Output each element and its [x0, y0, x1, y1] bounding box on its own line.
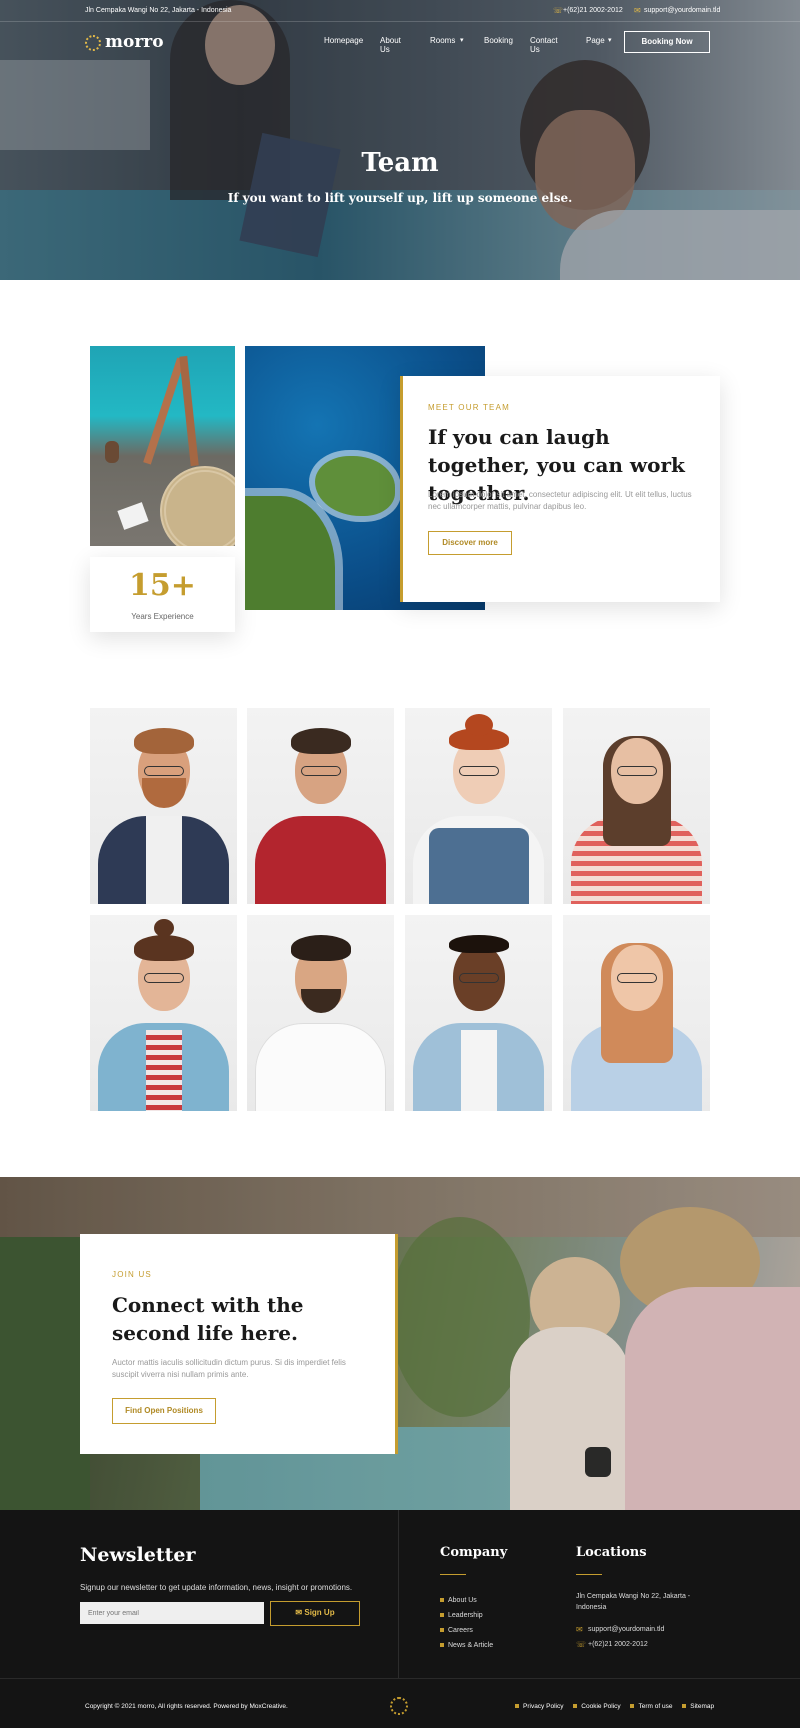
page-title: Team [361, 148, 439, 178]
newsletter-email-input[interactable] [80, 1602, 264, 1624]
experience-card: 15+ Years Experience [90, 557, 235, 632]
footer-bottom-divider [0, 1678, 800, 1679]
mail-icon: ✉ [576, 1625, 583, 1634]
team-intro-card: MEET OUR TEAM If you can laugh together,… [400, 376, 720, 602]
logo-text: morro [105, 32, 164, 52]
sign-up-label: Sign Up [304, 1608, 335, 1617]
cookie-policy-link[interactable]: Cookie Policy [573, 1703, 621, 1710]
top-bar: Jln Cempaka Wangi No 22, Jakarta - Indon… [0, 0, 800, 22]
join-heading: Connect with the second life here. [112, 1293, 304, 1345]
section-text: Lorem ipsum dolor sit amet, consectetur … [428, 490, 692, 511]
team-member-card[interactable] [90, 708, 237, 904]
chevron-down-icon: ▾ [608, 37, 612, 44]
team-member-card[interactable] [563, 708, 710, 904]
company-title: Company [440, 1545, 508, 1560]
footer-divider [398, 1510, 399, 1678]
sign-up-button[interactable]: ✉ Sign Up [270, 1601, 360, 1626]
team-member-card[interactable] [405, 708, 552, 904]
team-member-card[interactable] [247, 708, 394, 904]
team-member-card[interactable] [405, 915, 552, 1111]
locations-title: Locations [576, 1545, 647, 1560]
nav-page[interactable]: Page [586, 36, 605, 45]
team-member-card[interactable] [563, 915, 710, 1111]
topbar-address: Jln Cempaka Wangi No 22, Jakarta - Indon… [85, 7, 232, 14]
footer-address: Jln Cempaka Wangi No 22, Jakarta - Indon… [576, 1593, 691, 1611]
company-link-news[interactable]: News & Article [440, 1638, 493, 1653]
mail-icon: ✉ [634, 6, 641, 15]
join-us-section: JOIN US Connect with the second life her… [0, 1177, 800, 1510]
chevron-down-icon: ▾ [460, 37, 464, 44]
footer-phone[interactable]: +(62)21 2002-2012 [588, 1641, 648, 1648]
years-value: 15+ [129, 568, 196, 603]
team-grid-section [0, 680, 800, 1177]
nav-rooms[interactable]: Rooms [430, 36, 455, 45]
hero-subtitle: If you want to lift yourself up, lift up… [227, 191, 573, 205]
sitemap-link[interactable]: Sitemap [682, 1703, 714, 1710]
privacy-policy-link[interactable]: Privacy Policy [515, 1703, 563, 1710]
section-eyebrow: MEET OUR TEAM [428, 403, 510, 412]
logo-icon [85, 35, 101, 51]
nav-booking[interactable]: Booking [484, 36, 513, 45]
footer-logo-icon[interactable] [390, 1697, 408, 1715]
site-footer: Newsletter Signup our newsletter to get … [0, 1510, 800, 1728]
team-member-card[interactable] [247, 915, 394, 1111]
hero-section: Jln Cempaka Wangi No 22, Jakarta - Indon… [0, 0, 800, 280]
pool-deck-image [90, 346, 235, 546]
topbar-email[interactable]: support@yourdomain.tld [644, 7, 720, 14]
nav-homepage[interactable]: Homepage [324, 36, 363, 45]
phone-icon: ☏ [553, 6, 564, 15]
company-link-about-us[interactable]: About Us [440, 1593, 493, 1608]
join-eyebrow: JOIN US [112, 1270, 152, 1279]
newsletter-title: Newsletter [80, 1544, 196, 1566]
term-of-use-link[interactable]: Term of use [630, 1703, 672, 1710]
title-underline [576, 1574, 602, 1575]
topbar-phone[interactable]: +(62)21 2002-2012 [563, 7, 623, 14]
company-links: About Us Leadership Careers News & Artic… [440, 1593, 493, 1653]
join-text: Auctor mattis iaculis sollicitudin dictu… [112, 1358, 346, 1379]
copyright: Copyright © 2021 morro, All rights reser… [85, 1703, 288, 1710]
years-label: Years Experience [131, 612, 194, 621]
legal-links: Privacy Policy Cookie Policy Term of use… [515, 1703, 714, 1710]
find-open-positions-button[interactable]: Find Open Positions [112, 1398, 216, 1424]
company-link-leadership[interactable]: Leadership [440, 1608, 493, 1623]
company-link-careers[interactable]: Careers [440, 1623, 493, 1638]
join-card: JOIN US Connect with the second life her… [80, 1234, 398, 1454]
newsletter-text: Signup our newsletter to get update info… [80, 1583, 353, 1592]
nav-contact-us[interactable]: Contact Us [530, 36, 558, 54]
about-section: 15+ Years Experience MEET OUR TEAM If yo… [0, 280, 800, 680]
nav-about-us[interactable]: About Us [380, 36, 401, 54]
phone-icon: ☏ [576, 1640, 587, 1649]
booking-now-button[interactable]: Booking Now [624, 31, 710, 53]
title-underline [440, 1574, 466, 1575]
team-member-card[interactable] [90, 915, 237, 1111]
discover-more-button[interactable]: Discover more [428, 531, 512, 555]
footer-email[interactable]: support@yourdomain.tld [588, 1626, 664, 1633]
